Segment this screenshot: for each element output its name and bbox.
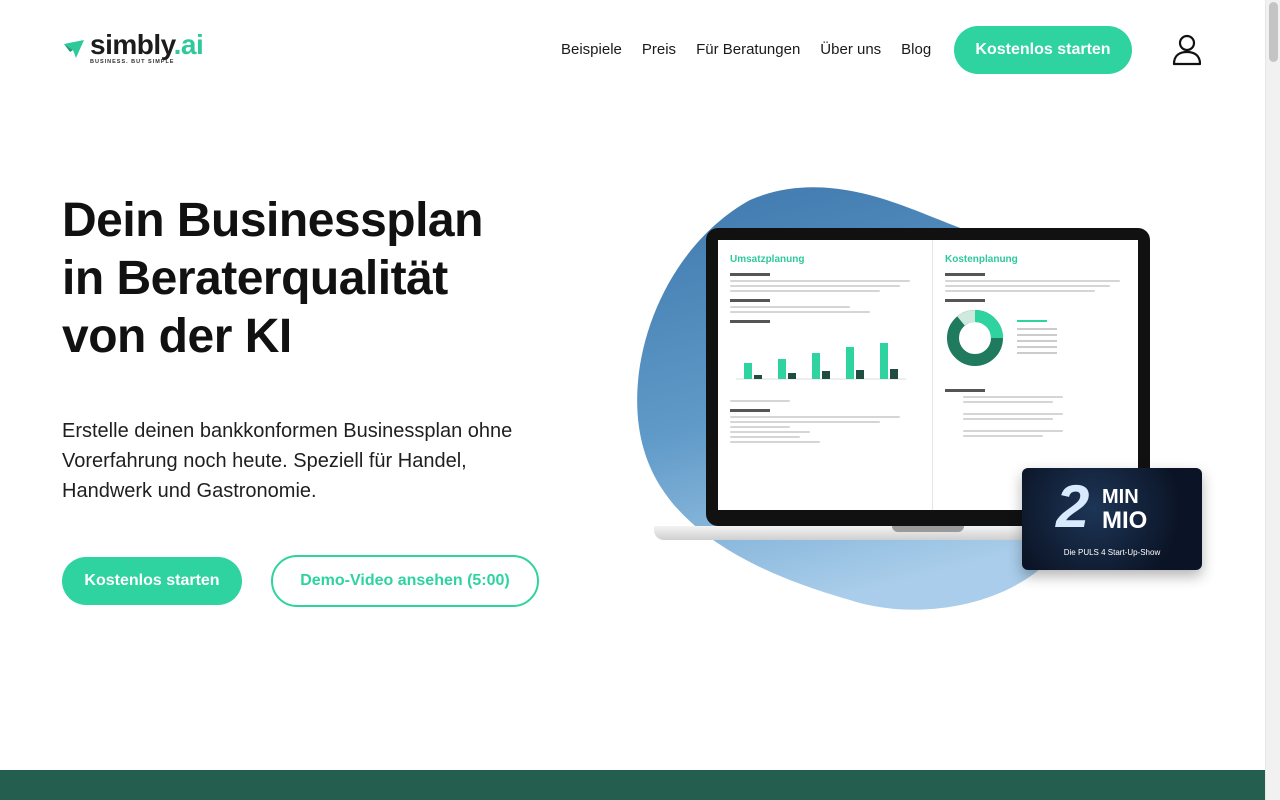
demo-video-button[interactable]: Demo-Video ansehen (5:00) <box>271 555 539 607</box>
user-icon[interactable] <box>1172 34 1202 66</box>
site-header: simbly.ai BUSINESS. BUT SIMPLE Beispiele… <box>0 0 1265 100</box>
logo[interactable]: simbly.ai BUSINESS. BUT SIMPLE <box>62 29 204 65</box>
next-section-band <box>0 770 1265 800</box>
mini-donut-chart <box>947 309 1057 366</box>
2-min-mio-badge: 2 MIN MIO Die PULS 4 Start-Up-Show <box>1022 468 1202 570</box>
mini-bar-chart <box>736 343 906 380</box>
start-free-button[interactable]: Kostenlos starten <box>62 557 242 605</box>
nav-beispiele[interactable]: Beispiele <box>561 40 622 60</box>
hero-title: Dein Businessplan in Beraterqualität von… <box>62 194 483 363</box>
nav-blog[interactable]: Blog <box>901 40 931 60</box>
hero-illustration: Umsatzplanung Kostenplanung 2 MIN MIO Di… <box>630 180 1210 620</box>
nav-beratungen[interactable]: Für Beratungen <box>696 40 800 60</box>
logo-arrow-icon <box>64 40 84 58</box>
header-cta-button[interactable]: Kostenlos starten <box>954 26 1132 74</box>
nav-preis[interactable]: Preis <box>642 40 676 60</box>
nav-ueber-uns[interactable]: Über uns <box>820 40 881 60</box>
hero-subtitle: Erstelle deinen bankkonformen Businesspl… <box>62 420 513 502</box>
main-nav: Beispiele Preis Für Beratungen Über uns … <box>561 40 951 60</box>
logo-name: simbly.ai <box>90 29 204 60</box>
scrollbar-thumb[interactable] <box>1269 2 1278 62</box>
vertical-scrollbar[interactable] <box>1265 0 1280 800</box>
doc-umsatzplanung: Umsatzplanung <box>718 240 924 510</box>
laptop-notch <box>892 526 964 532</box>
